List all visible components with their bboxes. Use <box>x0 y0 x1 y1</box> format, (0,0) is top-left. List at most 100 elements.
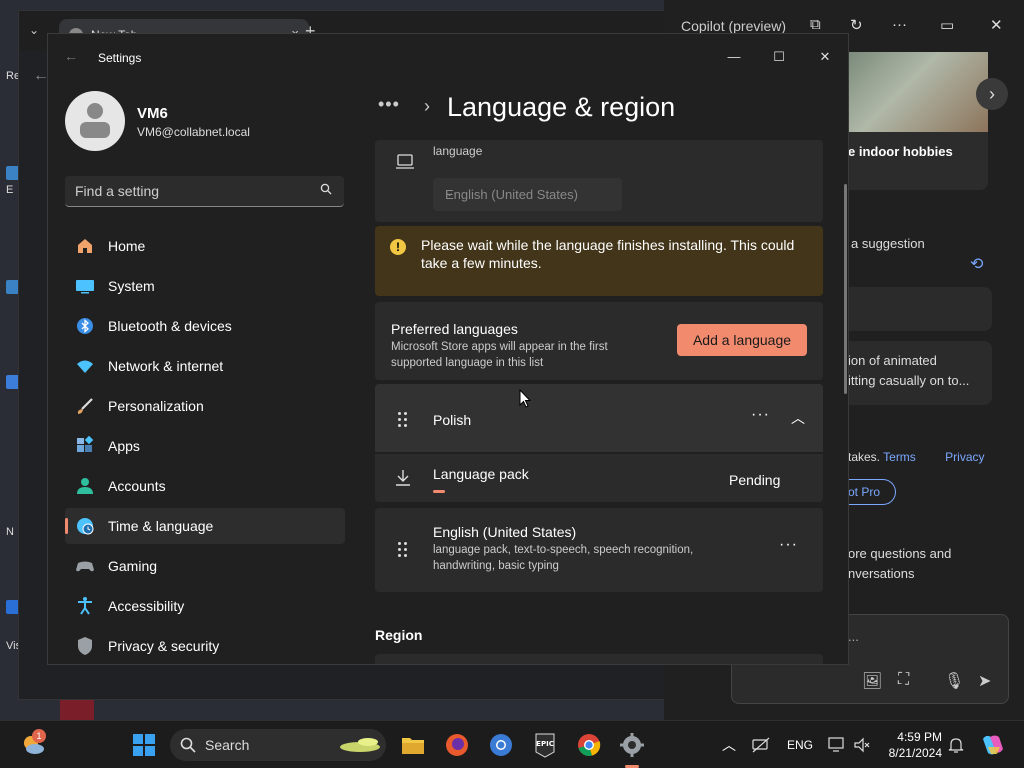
sidebar-item-gaming[interactable]: Gaming <box>65 548 345 584</box>
chevron-up-icon[interactable]: ︿ <box>791 408 805 428</box>
drag-handle-icon[interactable] <box>398 412 408 428</box>
settings-window: ← Settings — ☐ ✕ VM6 VM6@collabnet.local… <box>47 33 849 665</box>
taskbar-search-label: Search <box>205 737 250 753</box>
screenshot-icon[interactable]: ⛶ <box>898 671 909 689</box>
add-language-button[interactable]: Add a language <box>677 324 807 356</box>
language-pack-label: Language pack <box>433 466 529 482</box>
breadcrumb-more-button[interactable]: ••• <box>378 94 400 115</box>
more-options-icon[interactable]: ··· <box>892 16 907 33</box>
close-button[interactable]: ✕ <box>802 42 848 72</box>
image-upload-icon[interactable]: 🖼 <box>862 671 882 691</box>
copilot-terms: takes. Terms Privacy <box>848 450 985 464</box>
terms-link[interactable]: Terms <box>883 450 916 464</box>
shield-icon <box>78 637 92 655</box>
chromium-icon[interactable] <box>488 732 514 758</box>
windows-start-icon[interactable] <box>131 732 157 758</box>
send-icon[interactable]: ➤ <box>978 671 991 691</box>
more-options-icon[interactable]: ··· <box>751 406 770 424</box>
brush-icon <box>77 398 93 414</box>
firefox-icon[interactable] <box>444 732 470 758</box>
suggestion-chip[interactable]: ion of animated itting casually on to... <box>848 341 992 405</box>
sidebar-item-time-language[interactable]: Time & language <box>65 508 345 544</box>
sidebar-item-apps[interactable]: Apps <box>65 428 345 464</box>
file-explorer-icon[interactable] <box>400 732 426 758</box>
clock-date: 8/21/2024 <box>888 746 942 760</box>
dock-icon[interactable]: ▭ <box>940 16 954 34</box>
language-row-polish[interactable]: Polish ··· ︿ <box>375 384 823 452</box>
refresh-icon[interactable]: ↻ <box>850 16 863 34</box>
volume-muted-icon[interactable] <box>853 736 871 754</box>
scrollbar[interactable] <box>844 184 847 394</box>
taskbar-search[interactable]: Search <box>170 729 386 761</box>
display-language-dropdown[interactable]: English (United States) ⌄ <box>433 178 622 211</box>
sidebar-item-accounts[interactable]: Accounts <box>65 468 345 504</box>
search-input[interactable] <box>75 176 305 206</box>
globe-clock-icon <box>77 518 94 535</box>
download-icon <box>396 470 410 486</box>
warning-icon: ! <box>390 239 406 255</box>
copilot-card-text: e indoor hobbies <box>848 144 953 159</box>
desktop-label[interactable]: N <box>6 526 14 538</box>
epic-games-icon[interactable]: EPIC <box>532 732 558 758</box>
preferred-languages-card: Preferred languages Microsoft Store apps… <box>375 302 823 380</box>
gamepad-icon <box>76 561 94 572</box>
sidebar-item-label: Time & language <box>108 518 214 534</box>
sidebar-item-personalization[interactable]: Personalization <box>65 388 345 424</box>
title-bar: ← Settings — ☐ ✕ <box>48 34 848 82</box>
carousel-next-button[interactable]: › <box>976 78 1008 110</box>
sidebar-item-accessibility[interactable]: Accessibility <box>65 588 345 624</box>
sidebar-item-home[interactable]: Home <box>65 228 345 264</box>
search-icon[interactable] <box>320 183 332 195</box>
settings-icon[interactable] <box>619 732 645 758</box>
language-name: English (United States) <box>433 524 577 540</box>
desktop-label[interactable]: E <box>6 184 13 196</box>
language-features: language pack, text-to-speech, speech re… <box>433 544 694 572</box>
tab-list-chevron-icon[interactable]: ⌄ <box>29 23 39 37</box>
microphone-icon[interactable]: 🎙 <box>944 671 964 691</box>
notifications-bell-icon[interactable] <box>947 736 965 754</box>
sidebar-item-label: System <box>108 278 155 294</box>
sidebar-item-label: Bluetooth & devices <box>108 318 232 334</box>
sidebar-item-label: Apps <box>108 438 140 454</box>
avatar[interactable] <box>65 91 125 151</box>
refresh-suggestions-icon[interactable]: ⟲ <box>970 254 983 274</box>
display-icon[interactable] <box>828 736 846 754</box>
more-line: ore questions and <box>848 546 952 561</box>
back-arrow-icon[interactable]: ← <box>64 48 78 64</box>
copilot-card[interactable]: e indoor hobbies <box>848 132 988 190</box>
chrome-icon[interactable] <box>576 732 602 758</box>
tray-overflow-icon[interactable]: ︿ <box>722 735 736 755</box>
drag-handle-icon[interactable] <box>398 542 408 558</box>
copilot-card-image[interactable] <box>848 52 988 142</box>
maximize-button[interactable]: ☐ <box>756 42 802 72</box>
region-card[interactable] <box>375 654 823 664</box>
network-disconnected-icon[interactable] <box>752 737 770 753</box>
sidebar-item-system[interactable]: System <box>65 268 345 304</box>
language-indicator[interactable]: ENG <box>787 738 813 752</box>
sidebar-item-privacy[interactable]: Privacy & security <box>65 628 345 664</box>
system-clock[interactable]: 4:59 PM 8/21/2024 <box>876 729 942 761</box>
copilot-pro-button[interactable]: ot Pro <box>848 479 896 505</box>
language-row-english[interactable]: English (United States) language pack, t… <box>375 508 823 592</box>
apps-icon <box>77 436 94 452</box>
taskbar: 1 Search EPIC ︿ ENG 4:59 PM 8/21/2024 <box>0 720 1024 768</box>
close-icon[interactable]: ✕ <box>990 16 1003 34</box>
more-options-icon[interactable]: ··· <box>779 536 798 554</box>
minimize-button[interactable]: — <box>711 42 757 72</box>
search-highlight-icon <box>340 738 380 752</box>
open-external-icon[interactable]: ⧉ <box>810 16 821 33</box>
copilot-icon[interactable] <box>980 733 1006 757</box>
copilot-pro-label: ot Pro <box>848 485 881 499</box>
suggestion-chip[interactable] <box>848 287 992 331</box>
privacy-link[interactable]: Privacy <box>945 450 984 464</box>
window-title: Settings <box>98 51 142 65</box>
more-line: nversations <box>848 566 915 581</box>
preferred-languages-subtitle: Microsoft Store apps will appear in the … <box>391 341 608 369</box>
sidebar-nav: Home System Bluetooth & devices Network … <box>65 228 345 664</box>
display-language-label: language <box>433 144 483 158</box>
accessibility-icon <box>78 597 92 615</box>
sidebar-item-bluetooth[interactable]: Bluetooth & devices <box>65 308 345 344</box>
wifi-icon <box>77 360 93 373</box>
sidebar-item-network[interactable]: Network & internet <box>65 348 345 384</box>
language-pack-row: Language pack Pending <box>375 454 823 502</box>
